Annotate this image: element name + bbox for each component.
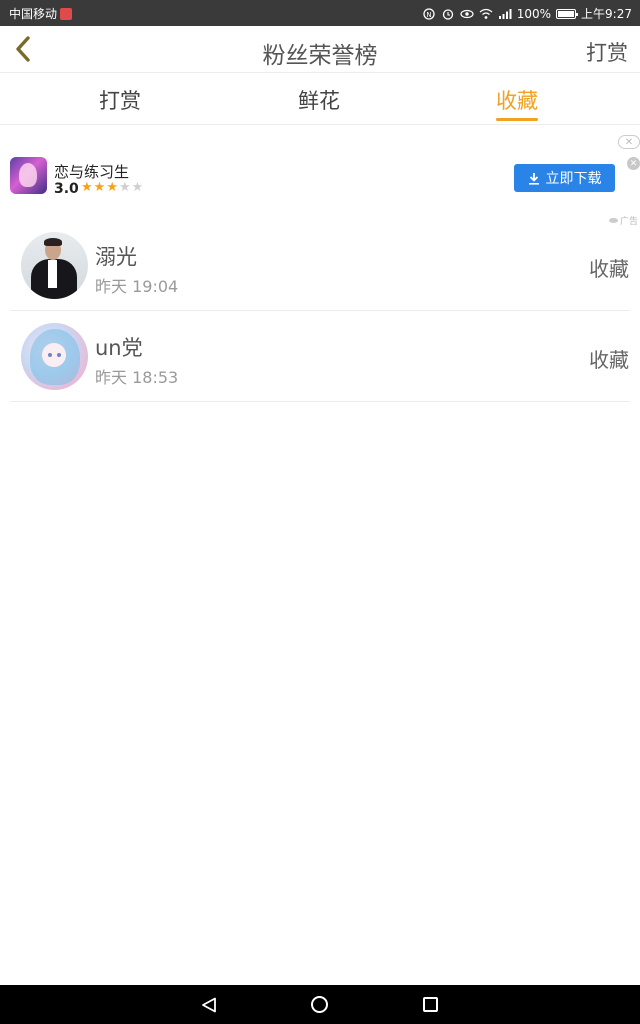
- sim-badge-icon: [60, 7, 73, 20]
- timestamp: 昨天 19:04: [95, 277, 179, 296]
- tab-favorites[interactable]: 收藏: [496, 85, 538, 121]
- page-title: 粉丝荣誉榜: [262, 43, 378, 69]
- top-navbar: 粉丝荣誉榜 打赏: [0, 26, 640, 73]
- tab-flowers[interactable]: 鲜花: [298, 85, 340, 115]
- wifi-icon: [479, 8, 493, 19]
- tab-label: 收藏: [496, 89, 538, 113]
- status-bar: 中国移动 N 100% 上午9:27: [0, 0, 640, 26]
- ad-banner[interactable]: ✕ ✕ 恋与练习生 3.0 ★ ★ ★ ★ ★ 立即下载 广告: [0, 130, 640, 227]
- avatar[interactable]: [21, 232, 88, 299]
- tab-label: 鲜花: [298, 89, 340, 113]
- status-left: 中国移动: [9, 5, 73, 22]
- active-tab-indicator: [496, 118, 538, 121]
- ad-app-icon: [10, 157, 47, 194]
- battery-percent: 100%: [516, 6, 552, 21]
- svg-text:N: N: [426, 11, 431, 19]
- ad-download-button[interactable]: 立即下载: [514, 164, 615, 192]
- ad-app-name: 恋与练习生: [54, 163, 130, 181]
- avatar[interactable]: [21, 323, 88, 390]
- download-icon: [528, 172, 539, 185]
- list-item[interactable]: un党 昨天 18:53 收藏: [10, 311, 630, 402]
- system-nav-bar: [0, 985, 640, 1024]
- battery-icon: [556, 8, 579, 19]
- nfc-icon: N: [423, 7, 435, 20]
- list-item[interactable]: 溺光 昨天 19:04 收藏: [10, 220, 630, 311]
- fan-list: 溺光 昨天 19:04 收藏 un党 昨天 18:53 收藏: [0, 220, 640, 402]
- ad-download-label: 立即下载: [545, 171, 602, 187]
- star-filled-icon: ★: [93, 180, 106, 195]
- carrier-label: 中国移动: [9, 7, 58, 21]
- recent-square-icon[interactable]: [423, 997, 438, 1012]
- star-filled-icon: ★: [81, 180, 93, 195]
- tab-reward[interactable]: 打赏: [99, 85, 141, 115]
- timestamp: 昨天 18:53: [95, 368, 179, 387]
- clock: 上午9:27: [581, 7, 632, 21]
- tab-label: 打赏: [99, 89, 141, 113]
- battery-level: [558, 10, 575, 17]
- star-empty-icon: ★: [131, 180, 144, 195]
- star-filled-icon: ★: [106, 180, 118, 195]
- back-triangle-icon[interactable]: [201, 997, 217, 1013]
- ad-dismiss-icon[interactable]: ✕: [627, 157, 640, 170]
- alarm-icon: [442, 8, 453, 20]
- home-circle-icon[interactable]: [311, 996, 328, 1013]
- user-name: 溺光: [95, 245, 137, 269]
- user-name: un党: [95, 336, 143, 360]
- ad-rating-value: 3.0: [54, 181, 79, 197]
- action-label: 收藏: [589, 348, 629, 372]
- status-right: N 100% 上午9:27: [422, 5, 632, 22]
- reward-button[interactable]: 打赏: [586, 37, 628, 67]
- signal-icon: [498, 8, 512, 19]
- ad-star-rating: ★ ★ ★ ★ ★: [81, 180, 143, 195]
- ad-close-icon[interactable]: ✕: [618, 135, 640, 149]
- eye-icon: [460, 9, 474, 18]
- star-empty-icon: ★: [118, 180, 131, 195]
- tab-bar: 打赏 鲜花 收藏: [0, 73, 640, 125]
- action-label: 收藏: [589, 257, 629, 281]
